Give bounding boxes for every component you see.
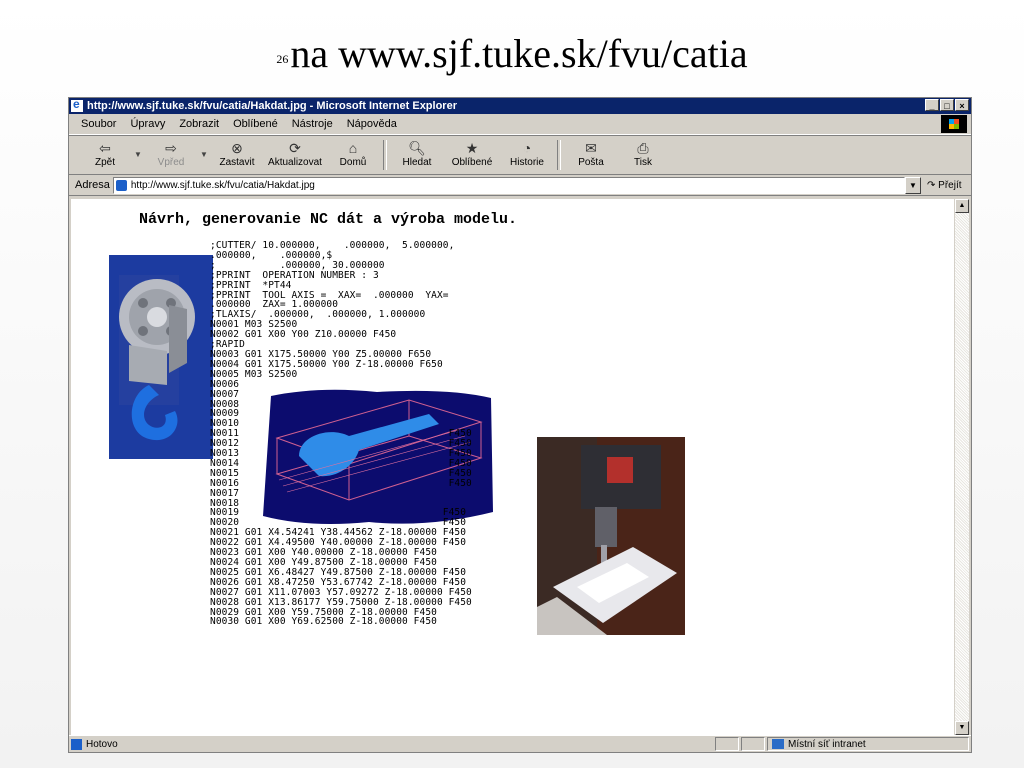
- favorites-button[interactable]: ★ Oblíbené: [443, 136, 501, 168]
- slide-title: 26na www.sjf.tuke.sk/fvu/catia: [0, 30, 1024, 77]
- refresh-icon: ⟳: [289, 140, 301, 156]
- back-arrow-icon: ⇦: [99, 140, 111, 156]
- hook-pulley-model-image: [109, 255, 213, 459]
- vertical-scrollbar[interactable]: ▲ ▼: [954, 199, 969, 735]
- nc-program-code: ;CUTTER/ 10.000000, .000000, 5.000000, .…: [210, 240, 472, 628]
- search-button[interactable]: 🔍︎ Hledat: [391, 136, 443, 168]
- page-icon: [115, 179, 127, 191]
- close-button[interactable]: ×: [955, 99, 969, 111]
- favorites-label: Oblíbené: [451, 157, 493, 168]
- home-label: Domů: [339, 157, 367, 168]
- ie-page-icon: [71, 97, 83, 112]
- done-page-icon: [71, 738, 82, 750]
- go-button[interactable]: ↷ Přejít: [927, 180, 971, 191]
- status-cell: [715, 737, 739, 751]
- go-label: Přejít: [938, 179, 962, 191]
- scroll-down-icon[interactable]: ▼: [955, 721, 969, 735]
- milling-machine-photo: [537, 437, 685, 635]
- address-input[interactable]: http://www.sjf.tuke.sk/fvu/catia/Hakdat.…: [112, 176, 905, 194]
- window-title: http://www.sjf.tuke.sk/fvu/catia/Hakdat.…: [87, 100, 457, 112]
- favorites-folder-icon: ★: [465, 140, 479, 156]
- toolbar-separator: [383, 140, 387, 170]
- stop-button[interactable]: ⊗ Zastavit: [211, 136, 263, 168]
- windows-logo-icon: [941, 115, 967, 133]
- page-content: Návrh, generovanie NC dát a výroba model…: [71, 199, 957, 735]
- history-button[interactable]: ◔ Historie: [501, 136, 553, 168]
- document-heading: Návrh, generovanie NC dát a výroba model…: [139, 211, 518, 228]
- status-cell: [741, 737, 765, 751]
- address-dropdown-icon[interactable]: ▼: [905, 176, 921, 194]
- printer-icon: ⎙: [637, 140, 649, 156]
- back-dropdown-icon[interactable]: ▼: [131, 136, 145, 159]
- refresh-button[interactable]: ⟳ Aktualizovat: [263, 136, 327, 168]
- address-label: Adresa: [75, 179, 110, 191]
- window-titlebar[interactable]: http://www.sjf.tuke.sk/fvu/catia/Hakdat.…: [69, 97, 971, 114]
- menu-tools[interactable]: Nástroje: [292, 118, 333, 130]
- mail-label: Pošta: [578, 157, 604, 168]
- slide-number: 26: [276, 52, 289, 66]
- scroll-up-icon[interactable]: ▲: [955, 199, 969, 213]
- mail-icon: ✉: [585, 140, 597, 156]
- home-icon: ⌂: [348, 140, 358, 156]
- address-url: http://www.sjf.tuke.sk/fvu/catia/Hakdat.…: [130, 179, 315, 191]
- stop-label: Zastavit: [219, 157, 255, 168]
- forward-label: Vpřed: [157, 157, 185, 168]
- maximize-button[interactable]: □: [940, 99, 954, 111]
- security-zone: Místní síť intranet: [767, 737, 969, 751]
- forward-arrow-icon: ⇨: [165, 140, 177, 156]
- status-text: Hotovo: [86, 738, 118, 750]
- address-bar: Adresa http://www.sjf.tuke.sk/fvu/catia/…: [69, 175, 971, 196]
- toolbar: ⇦ Zpět ▼ ⇨ Vpřed ▼ ⊗ Zastavit ⟳ Aktualizovat…: [69, 135, 971, 175]
- forward-button[interactable]: ⇨ Vpřed: [145, 136, 197, 168]
- menu-favorites[interactable]: Oblíbené: [233, 118, 278, 130]
- minimize-button[interactable]: _: [925, 99, 939, 111]
- slide-title-text: na www.sjf.tuke.sk/fvu/catia: [290, 31, 748, 76]
- stop-icon: ⊗: [231, 140, 243, 156]
- search-label: Hledat: [402, 157, 432, 168]
- intranet-zone-icon: [772, 739, 784, 749]
- history-label: Historie: [510, 157, 544, 168]
- status-bar: Hotovo Místní síť intranet: [69, 735, 971, 752]
- back-button[interactable]: ⇦ Zpět: [79, 136, 131, 168]
- refresh-label: Aktualizovat: [268, 157, 322, 168]
- home-button[interactable]: ⌂ Domů: [327, 136, 379, 168]
- menu-file[interactable]: Soubor: [81, 118, 116, 130]
- search-icon: 🔍︎: [408, 140, 426, 156]
- go-arrow-icon: ↷: [927, 179, 939, 191]
- print-label: Tisk: [634, 157, 652, 168]
- menu-help[interactable]: Nápověda: [347, 118, 397, 130]
- menu-view[interactable]: Zobrazit: [179, 118, 219, 130]
- menu-bar: Soubor Úpravy Zobrazit Oblíbené Nástroje…: [69, 114, 971, 135]
- back-label: Zpět: [94, 157, 115, 168]
- mail-button[interactable]: ✉ Pošta: [565, 136, 617, 168]
- toolbar-separator: [557, 140, 561, 170]
- browser-window: http://www.sjf.tuke.sk/fvu/catia/Hakdat.…: [68, 97, 972, 753]
- print-button[interactable]: ⎙ Tisk: [617, 136, 669, 168]
- history-icon: ◔: [522, 140, 532, 156]
- menu-edit[interactable]: Úpravy: [130, 118, 165, 130]
- zone-label: Místní síť intranet: [788, 738, 866, 750]
- forward-dropdown-icon[interactable]: ▼: [197, 136, 211, 159]
